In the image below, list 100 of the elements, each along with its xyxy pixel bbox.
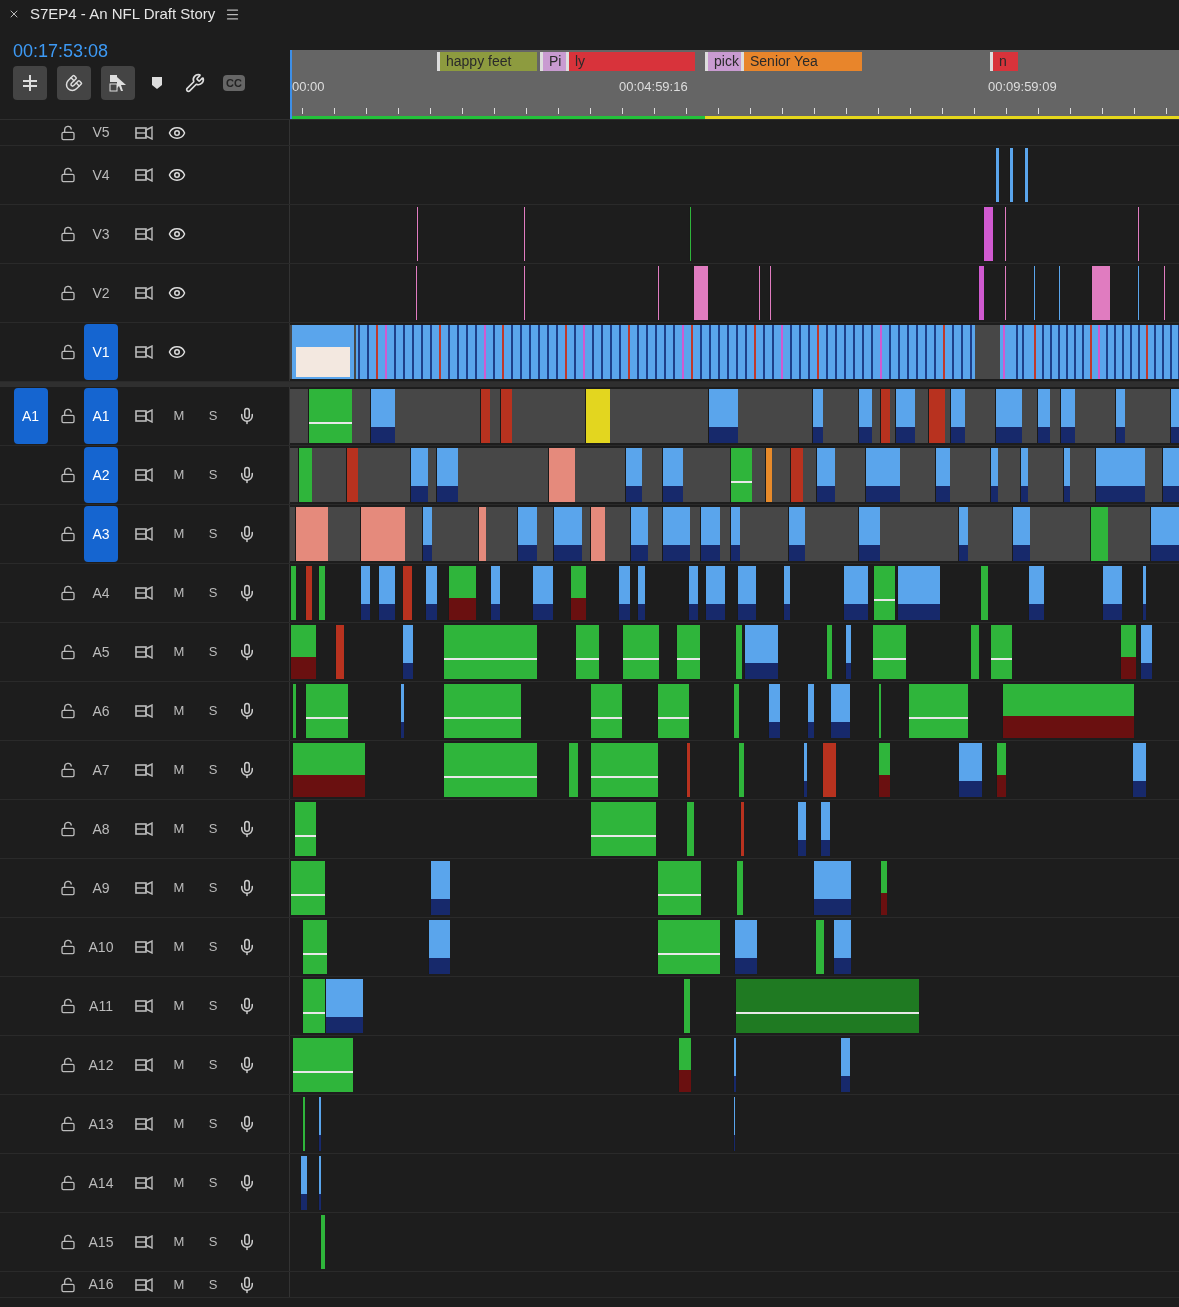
film-toggle-icon[interactable] [135,763,153,777]
solo-button[interactable]: S [196,1173,230,1193]
film-toggle-icon[interactable] [135,409,153,423]
audio-clip[interactable] [622,625,659,679]
audio-clip[interactable] [980,566,988,620]
microphone-icon[interactable] [238,407,256,425]
audio-clip[interactable] [730,448,752,502]
audio-clip[interactable] [928,389,945,443]
audio-clip[interactable] [865,448,900,502]
lock-icon[interactable] [60,644,76,660]
audio-clip[interactable] [765,448,772,502]
film-toggle-icon[interactable] [135,125,153,140]
audio-clip[interactable] [816,448,835,502]
audio-clip[interactable] [425,566,437,620]
audio-clip[interactable] [735,625,742,679]
solo-button[interactable]: S [196,1274,230,1295]
audio-clip[interactable] [1115,389,1125,443]
lock-icon[interactable] [60,124,76,141]
audio-clip[interactable] [428,920,450,974]
lock-icon[interactable] [60,285,76,301]
audio-clip[interactable] [478,507,486,561]
audio-clip[interactable] [737,566,756,620]
microphone-icon[interactable] [238,1233,256,1251]
audio-clip[interactable] [813,861,851,915]
eye-icon[interactable] [168,225,186,243]
lock-icon[interactable] [60,1234,76,1250]
marker-label[interactable]: Pi [540,52,566,71]
audio-clip[interactable] [548,448,575,502]
audio-clip[interactable] [370,389,395,443]
audio-clip[interactable] [676,625,700,679]
audio-clip[interactable] [1090,507,1108,561]
solo-button[interactable]: S [196,524,230,544]
audio-clip[interactable] [733,1038,736,1092]
audio-clip[interactable] [590,507,605,561]
microphone-icon[interactable] [238,643,256,661]
audio-clip[interactable] [1037,389,1050,443]
mute-button[interactable]: M [162,819,196,839]
solo-button[interactable]: S [196,996,230,1016]
menu-icon[interactable] [225,6,241,22]
audio-clip[interactable] [618,566,630,620]
audio-clip[interactable] [830,684,850,738]
lock-icon[interactable] [60,167,76,183]
audio-clip[interactable] [625,448,642,502]
audio-clip[interactable] [318,566,325,620]
audio-clip[interactable] [360,566,370,620]
audio-clip[interactable] [1102,566,1122,620]
video-clip[interactable] [693,266,708,320]
eye-icon[interactable] [168,284,186,302]
microphone-icon[interactable] [238,702,256,720]
track-target-button[interactable]: A7 [84,742,118,798]
audio-clip[interactable] [402,625,413,679]
mute-button[interactable]: M [162,1055,196,1075]
audio-clip[interactable] [637,566,645,620]
audio-clip[interactable] [735,979,919,1033]
audio-clip[interactable] [443,625,537,679]
solo-button[interactable]: S [196,642,230,662]
microphone-icon[interactable] [238,525,256,543]
lock-icon[interactable] [60,226,76,242]
mute-button[interactable]: M [162,1274,196,1295]
audio-clip[interactable] [744,625,778,679]
audio-clip[interactable] [833,920,851,974]
track-target-button[interactable]: A5 [84,624,118,680]
lock-icon[interactable] [60,880,76,896]
audio-clip[interactable] [308,389,352,443]
audio-clip[interactable] [1060,389,1075,443]
audio-clip[interactable] [783,566,790,620]
film-toggle-icon[interactable] [135,1235,153,1249]
audio-clip[interactable] [346,448,358,502]
track-target-button[interactable]: A9 [84,860,118,916]
audio-clip[interactable] [1002,684,1134,738]
audio-clip[interactable] [895,389,915,443]
lock-icon[interactable] [60,762,76,778]
audio-clip[interactable] [290,861,325,915]
audio-clip[interactable] [630,507,648,561]
close-icon[interactable] [8,8,20,20]
mute-button[interactable]: M [162,642,196,662]
audio-clip[interactable] [820,802,830,856]
mute-button[interactable]: M [162,937,196,957]
track-target-button[interactable]: A1 [84,388,118,444]
video-clips-drawing[interactable] [356,325,1179,379]
audio-clip[interactable] [1012,507,1030,561]
audio-clip[interactable] [858,389,872,443]
audio-clip[interactable] [970,625,979,679]
mute-button[interactable]: M [162,524,196,544]
audio-clip[interactable] [858,507,880,561]
audio-clip[interactable] [990,625,1012,679]
lock-icon[interactable] [60,939,76,955]
audio-clip[interactable] [294,802,316,856]
microphone-icon[interactable] [238,938,256,956]
film-toggle-icon[interactable] [135,227,153,241]
film-toggle-icon[interactable] [135,999,153,1013]
video-clip[interactable] [292,325,354,379]
solo-button[interactable]: S [196,760,230,780]
audio-clip[interactable] [517,507,537,561]
audio-clip[interactable] [908,684,968,738]
audio-clip[interactable] [1063,448,1070,502]
mute-button[interactable]: M [162,701,196,721]
audio-clip[interactable] [325,979,363,1033]
audio-clip[interactable] [335,625,344,679]
film-toggle-icon[interactable] [135,168,153,182]
